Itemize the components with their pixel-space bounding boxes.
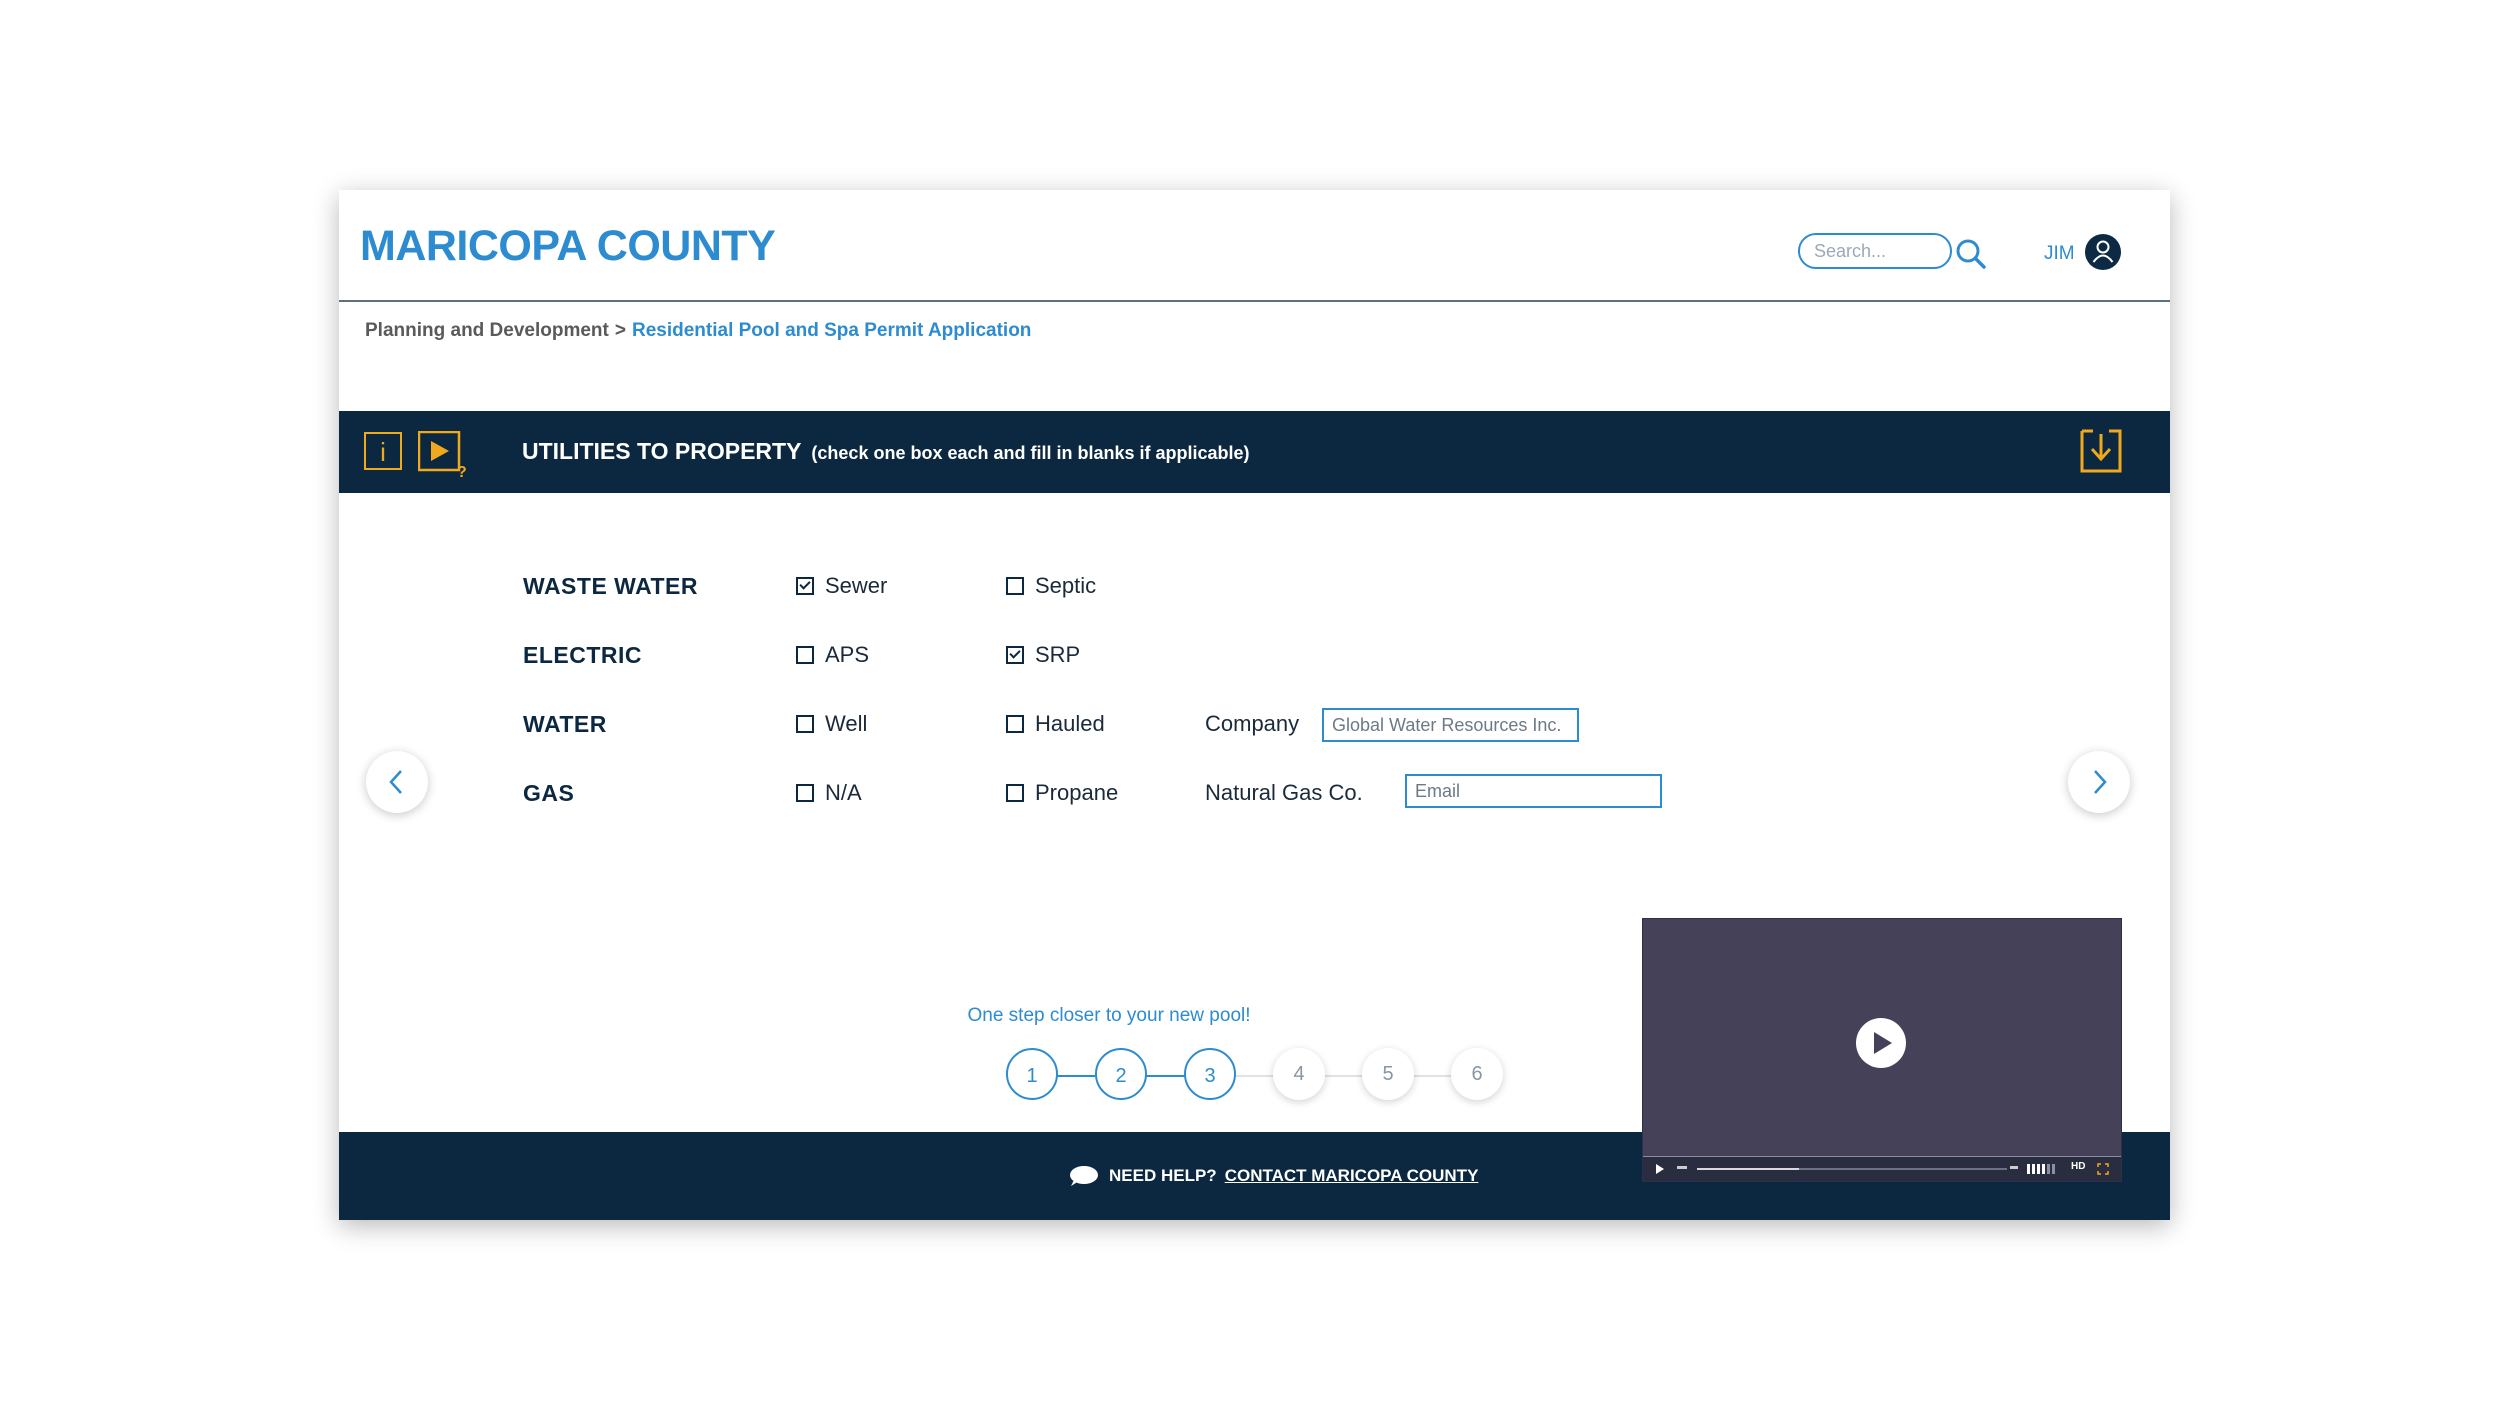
row-label-waste-water: WASTE WATER <box>523 573 699 599</box>
natural-gas-label: Natural Gas Co. <box>1205 780 1363 805</box>
search-input[interactable] <box>1798 233 1952 269</box>
option-label: SRP <box>1035 642 1081 667</box>
progress-stepper: 1 2 3 4 5 6 <box>1006 1048 1506 1104</box>
user-icon[interactable] <box>2085 234 2121 270</box>
row-label-electric: ELECTRIC <box>523 642 642 668</box>
help-line: NEED HELP? CONTACT MARICOPA COUNTY <box>1067 1164 1478 1188</box>
option-propane[interactable]: Propane <box>1006 780 1118 806</box>
step-5[interactable]: 5 <box>1362 1048 1414 1100</box>
checkbox-septic[interactable] <box>1006 577 1024 595</box>
video-help-icon[interactable]: ? <box>418 431 466 479</box>
row-label-gas: GAS <box>523 780 575 806</box>
checkbox-well[interactable] <box>796 715 814 733</box>
breadcrumb-separator: > <box>614 320 626 341</box>
hd-label[interactable]: HD <box>2071 1161 2085 1172</box>
site-logo[interactable]: MARICOPA COUNTY <box>360 222 776 271</box>
step-6[interactable]: 6 <box>1451 1048 1503 1100</box>
chevron-left-icon <box>389 770 402 794</box>
chat-icon <box>1070 1166 1098 1186</box>
checkbox-na[interactable] <box>796 784 814 802</box>
search-box <box>1798 233 1952 269</box>
option-label: APS <box>825 642 870 667</box>
chevron-right-icon <box>2094 770 2107 794</box>
info-icon[interactable]: i <box>364 432 402 470</box>
section-title: UTILITIES TO PROPERTY (check one box eac… <box>522 438 1250 465</box>
contact-link[interactable]: CONTACT MARICOPA COUNTY <box>1225 1166 1479 1186</box>
fullscreen-icon[interactable] <box>2097 1163 2109 1175</box>
option-label: N/A <box>825 780 862 805</box>
step-3[interactable]: 3 <box>1184 1048 1236 1100</box>
step-2[interactable]: 2 <box>1095 1048 1147 1100</box>
duration <box>2010 1166 2018 1169</box>
video-player[interactable]: HD <box>1642 918 2122 1182</box>
next-button[interactable] <box>2068 751 2130 813</box>
option-label: Hauled <box>1035 711 1105 736</box>
option-well[interactable]: Well <box>796 711 867 737</box>
natural-gas-field[interactable] <box>1405 774 1662 808</box>
help-question-mark: ? <box>457 464 466 479</box>
current-time <box>1677 1166 1687 1169</box>
section-subtitle: (check one box each and fill in blanks i… <box>811 443 1250 463</box>
download-icon[interactable] <box>2079 429 2123 473</box>
company-field[interactable] <box>1322 708 1579 742</box>
step-connector <box>1056 1075 1098 1077</box>
play-small-icon[interactable] <box>1655 1163 1665 1175</box>
breadcrumb: Planning and Development > Residential Poo… <box>365 320 1031 342</box>
option-hauled[interactable]: Hauled <box>1006 711 1105 737</box>
video-seek-progress <box>1697 1168 1800 1170</box>
checkbox-hauled[interactable] <box>1006 715 1024 733</box>
section-title-text: UTILITIES TO PROPERTY <box>522 438 802 464</box>
option-na[interactable]: N/A <box>796 780 862 806</box>
header-divider <box>339 300 2170 302</box>
play-button[interactable] <box>1856 1018 1906 1068</box>
checkbox-srp[interactable] <box>1006 646 1024 664</box>
search-icon[interactable] <box>1955 238 1987 270</box>
option-aps[interactable]: APS <box>796 642 869 668</box>
option-sewer[interactable]: Sewer <box>796 573 887 599</box>
option-label: Sewer <box>825 573 888 598</box>
checkbox-propane[interactable] <box>1006 784 1024 802</box>
step-connector <box>1145 1075 1187 1077</box>
step-4[interactable]: 4 <box>1273 1048 1325 1100</box>
video-controls: HD <box>1643 1156 2121 1181</box>
app-window: MARICOPA COUNTY JIM Planning and Develop… <box>339 190 2170 1220</box>
option-srp[interactable]: SRP <box>1006 642 1080 668</box>
play-icon <box>1874 1032 1892 1054</box>
row-label-water: WATER <box>523 711 607 737</box>
step-1[interactable]: 1 <box>1006 1048 1058 1100</box>
step-connector <box>1234 1075 1276 1077</box>
breadcrumb-home[interactable]: Planning and Development <box>365 320 609 341</box>
step-connector <box>1323 1075 1365 1077</box>
breadcrumb-current[interactable]: Residential Pool and Spa Permit Applicat… <box>632 320 1031 341</box>
previous-button[interactable] <box>366 751 428 813</box>
help-label: NEED HELP? <box>1109 1166 1217 1185</box>
section-header: i ? UTILITIES TO PROPERTY (check one box… <box>339 411 2170 493</box>
option-label: Propane <box>1035 780 1119 805</box>
progress-caption: One step closer to your new pool! <box>967 1005 1251 1026</box>
option-label: Well <box>825 711 868 736</box>
step-connector <box>1412 1075 1454 1077</box>
checkbox-sewer[interactable] <box>796 577 814 595</box>
user-name[interactable]: JIM <box>2044 243 2075 265</box>
checkbox-aps[interactable] <box>796 646 814 664</box>
option-label: Septic <box>1035 573 1097 598</box>
volume-icon[interactable] <box>2027 1163 2057 1175</box>
option-septic[interactable]: Septic <box>1006 573 1096 599</box>
company-label: Company <box>1205 711 1300 736</box>
